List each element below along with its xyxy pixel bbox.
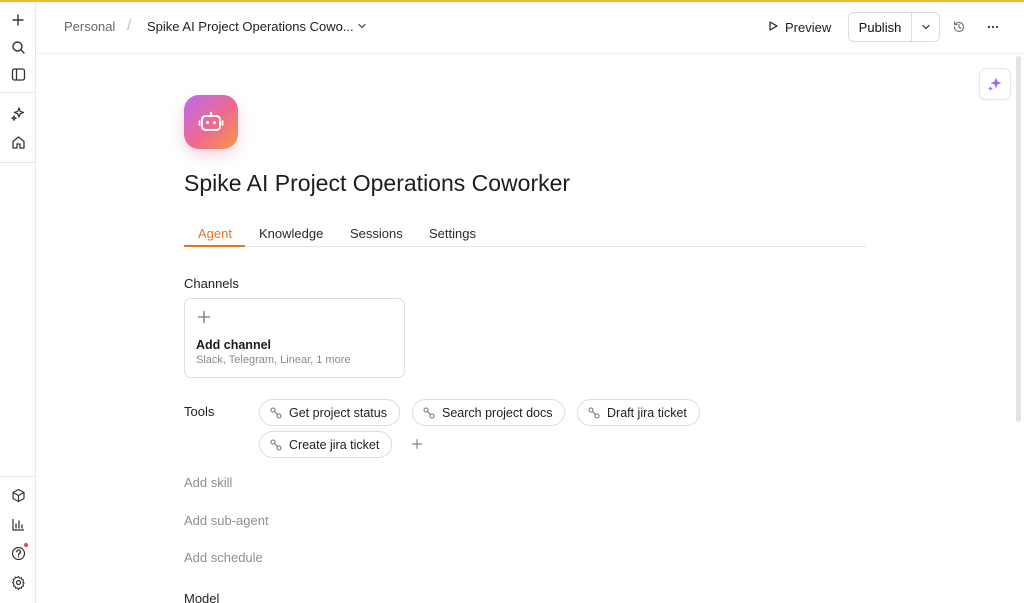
sparkles-icon bbox=[988, 77, 1002, 91]
gear-icon[interactable] bbox=[6, 570, 30, 594]
tool-chip[interactable]: Search project docs bbox=[412, 399, 566, 426]
tool-chip-label: Create jira ticket bbox=[289, 437, 380, 452]
robot-icon bbox=[198, 111, 224, 131]
new-plus-icon[interactable] bbox=[6, 8, 30, 32]
add-skill-link[interactable]: Add skill bbox=[184, 475, 232, 490]
tab-agent[interactable]: Agent bbox=[198, 226, 232, 241]
left-rail bbox=[0, 2, 36, 603]
chevron-down-icon bbox=[921, 24, 930, 30]
tab-knowledge[interactable]: Knowledge bbox=[259, 226, 323, 241]
add-tool-plus-icon[interactable] bbox=[410, 437, 424, 451]
channels-label: Channels bbox=[184, 276, 239, 291]
tools-label: Tools bbox=[184, 404, 215, 419]
tool-chip[interactable]: Draft jira ticket bbox=[577, 399, 700, 426]
chevron-down-icon[interactable] bbox=[355, 19, 369, 33]
add-channel-subtitle: Slack, Telegram, Linear, 1 more bbox=[196, 354, 351, 366]
tool-chip[interactable]: Get project status bbox=[259, 399, 400, 426]
rail-divider bbox=[0, 476, 36, 477]
preview-label: Preview bbox=[785, 19, 832, 35]
tool-link-icon bbox=[423, 406, 435, 419]
preview-button[interactable]: Preview bbox=[757, 13, 841, 41]
plus-icon bbox=[196, 309, 212, 325]
breadcrumb-agent-title[interactable]: Spike AI Project Operations Cowo... bbox=[147, 19, 354, 34]
breadcrumb-workspace[interactable]: Personal bbox=[64, 19, 115, 34]
tab-sessions[interactable]: Sessions bbox=[350, 226, 403, 241]
play-icon bbox=[767, 20, 779, 35]
tool-chip-label: Get project status bbox=[289, 405, 387, 420]
tool-link-icon bbox=[270, 406, 282, 419]
notification-dot bbox=[24, 543, 28, 547]
top-bar: Personal / Spike AI Project Operations C… bbox=[37, 2, 1024, 54]
model-label: Model bbox=[184, 591, 220, 603]
tab-bar: Agent Knowledge Sessions Settings bbox=[184, 222, 866, 247]
active-tab-indicator bbox=[184, 245, 245, 247]
add-schedule-link[interactable]: Add schedule bbox=[184, 550, 263, 565]
add-channel-title: Add channel bbox=[196, 338, 272, 352]
history-icon[interactable] bbox=[949, 17, 969, 37]
add-channel-card[interactable]: Add channel Slack, Telegram, Linear, 1 m… bbox=[184, 298, 405, 378]
ai-assistant-button[interactable] bbox=[979, 68, 1011, 100]
sidebar-toggle-icon[interactable] bbox=[6, 62, 30, 86]
tab-settings[interactable]: Settings bbox=[429, 226, 476, 241]
breadcrumb-separator: / bbox=[127, 17, 132, 34]
search-icon[interactable] bbox=[6, 35, 30, 59]
sparkles-icon[interactable] bbox=[6, 102, 30, 126]
publish-dropdown-button[interactable] bbox=[912, 13, 939, 41]
rail-divider bbox=[0, 92, 36, 93]
page-title: Spike AI Project Operations Coworker bbox=[184, 170, 571, 196]
publish-button[interactable]: Publish bbox=[849, 13, 912, 41]
tool-chip-label: Search project docs bbox=[442, 405, 553, 420]
scrollbar[interactable] bbox=[1016, 56, 1021, 422]
bar-chart-icon[interactable] bbox=[6, 512, 30, 536]
more-options-icon[interactable] bbox=[983, 17, 1003, 37]
agent-avatar[interactable] bbox=[184, 95, 238, 149]
publish-button-group: Publish bbox=[848, 12, 940, 42]
rail-divider bbox=[0, 162, 36, 163]
tool-chip-label: Draft jira ticket bbox=[607, 405, 687, 420]
tool-link-icon bbox=[588, 406, 600, 419]
add-subagent-link[interactable]: Add sub-agent bbox=[184, 513, 269, 528]
tool-link-icon bbox=[270, 438, 282, 451]
package-icon[interactable] bbox=[6, 483, 30, 507]
tool-chip[interactable]: Create jira ticket bbox=[259, 431, 393, 458]
home-icon[interactable] bbox=[6, 130, 30, 154]
